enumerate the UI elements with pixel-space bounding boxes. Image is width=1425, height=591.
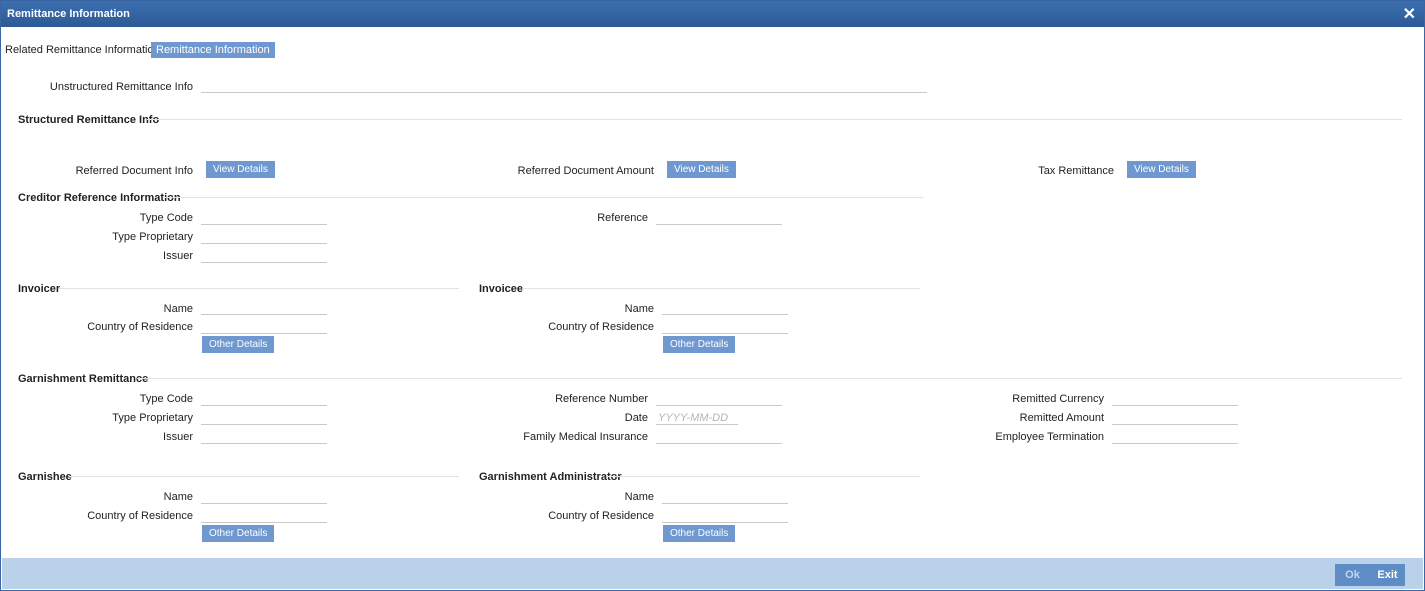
- garnishment-type-code-label: Type Code: [139, 393, 193, 405]
- invoicee-country-label: Country of Residence: [548, 321, 654, 333]
- garnishee-country-label: Country of Residence: [87, 510, 193, 522]
- creditor-type-proprietary-label: Type Proprietary: [112, 231, 193, 243]
- tab-related-remittance-information[interactable]: Related Remittance Information: [5, 42, 160, 58]
- section-divider: [69, 476, 459, 477]
- administrator-name-input[interactable]: [662, 490, 788, 504]
- invoicer-other-details-button[interactable]: Other Details: [202, 336, 275, 353]
- unstructured-remittance-info-label: Unstructured Remittance Info: [49, 81, 193, 93]
- administrator-country-input[interactable]: [662, 509, 788, 523]
- section-divider: [137, 378, 1402, 379]
- invoicer-heading: Invoicer: [18, 283, 61, 295]
- garnishee-name-label: Name: [163, 491, 193, 503]
- garnishment-date-label: Date: [624, 412, 648, 424]
- invoicee-other-details-button[interactable]: Other Details: [663, 336, 736, 353]
- employee-termination-input[interactable]: [1112, 430, 1238, 444]
- garnishee-heading: Garnishee: [18, 471, 72, 483]
- creditor-type-code-label: Type Code: [139, 212, 193, 224]
- referred-document-amount-label: Referred Document Amount: [517, 165, 654, 177]
- remittance-dialog: Remittance Information ✕ Related Remitta…: [0, 0, 1425, 591]
- invoicer-country-label: Country of Residence: [87, 321, 193, 333]
- section-divider: [608, 476, 920, 477]
- creditor-reference-label: Reference: [597, 212, 648, 224]
- garnishment-type-proprietary-label: Type Proprietary: [112, 412, 193, 424]
- garnishment-remittance-heading: Garnishment Remittance: [18, 373, 149, 385]
- garnishee-other-details-button[interactable]: Other Details: [202, 525, 275, 542]
- invoicer-name-label: Name: [163, 303, 193, 315]
- garnishment-reference-number-label: Reference Number: [555, 393, 648, 405]
- invoicee-name-label: Name: [624, 303, 654, 315]
- referred-document-info-view-details-button[interactable]: View Details: [206, 161, 275, 178]
- garnishment-type-proprietary-input[interactable]: [201, 411, 327, 425]
- exit-button[interactable]: Exit: [1370, 564, 1405, 586]
- section-divider: [165, 197, 923, 198]
- invoicer-country-input[interactable]: [201, 320, 327, 334]
- section-divider: [522, 288, 920, 289]
- creditor-issuer-input[interactable]: [201, 249, 327, 263]
- dialog-footer: Ok Exit: [2, 558, 1423, 589]
- invoicee-country-input[interactable]: [662, 320, 788, 334]
- family-medical-insurance-input[interactable]: [656, 430, 782, 444]
- garnishment-type-code-input[interactable]: [201, 392, 327, 406]
- creditor-type-code-input[interactable]: [201, 211, 327, 225]
- remitted-amount-label: Remitted Amount: [1019, 412, 1104, 424]
- structured-remittance-info-heading: Structured Remittance Info: [18, 114, 160, 126]
- remitted-currency-label: Remitted Currency: [1012, 393, 1104, 405]
- invoicee-heading: Invoicee: [479, 283, 524, 295]
- creditor-issuer-label: Issuer: [163, 250, 193, 262]
- invoicee-name-input[interactable]: [662, 301, 788, 315]
- tax-remittance-view-details-button[interactable]: View Details: [1127, 161, 1196, 178]
- garnishee-name-input[interactable]: [201, 490, 327, 504]
- title-bar: Remittance Information ✕: [1, 1, 1424, 27]
- remitted-currency-input[interactable]: [1112, 392, 1238, 406]
- garnishee-country-input[interactable]: [201, 509, 327, 523]
- referred-document-amount-view-details-button[interactable]: View Details: [667, 161, 736, 178]
- garnishment-issuer-input[interactable]: [201, 430, 327, 444]
- referred-document-info-label: Referred Document Info: [75, 165, 193, 177]
- garnishment-date-input[interactable]: [656, 411, 738, 425]
- unstructured-remittance-info-input[interactable]: [201, 79, 927, 93]
- family-medical-insurance-label: Family Medical Insurance: [523, 431, 648, 443]
- section-divider: [147, 119, 1402, 120]
- ok-button[interactable]: Ok: [1335, 564, 1370, 586]
- close-icon[interactable]: ✕: [1403, 4, 1416, 24]
- window-title: Remittance Information: [7, 8, 130, 20]
- administrator-country-label: Country of Residence: [548, 510, 654, 522]
- creditor-reference-heading: Creditor Reference Information: [18, 192, 181, 204]
- creditor-type-proprietary-input[interactable]: [201, 230, 327, 244]
- tab-remittance-information[interactable]: Remittance Information: [151, 42, 275, 58]
- garnishment-issuer-label: Issuer: [163, 431, 193, 443]
- administrator-other-details-button[interactable]: Other Details: [663, 525, 736, 542]
- tax-remittance-label: Tax Remittance: [1038, 165, 1114, 177]
- remitted-amount-input[interactable]: [1112, 411, 1238, 425]
- section-divider: [59, 288, 459, 289]
- employee-termination-label: Employee Termination: [995, 431, 1104, 443]
- garnishment-reference-number-input[interactable]: [656, 392, 782, 406]
- administrator-name-label: Name: [624, 491, 654, 503]
- garnishment-administrator-heading: Garnishment Administrator: [479, 471, 622, 483]
- creditor-reference-input[interactable]: [656, 211, 782, 225]
- invoicer-name-input[interactable]: [201, 301, 327, 315]
